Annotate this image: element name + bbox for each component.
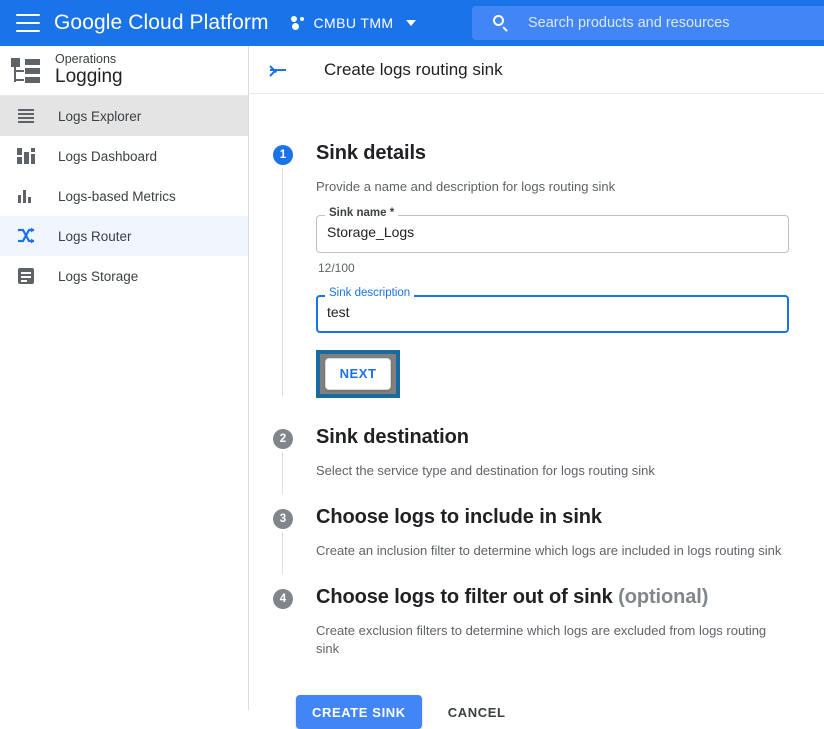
page-header: Create logs routing sink [250,46,824,94]
sidebar-item-logs-router[interactable]: Logs Router [0,216,248,256]
cancel-button[interactable]: CANCEL [440,695,514,729]
step-optional-label: (optional) [618,585,709,608]
step-description: Create exclusion filters to determine wh… [316,622,767,657]
hamburger-line [16,22,40,24]
step-description: Select the service type and destination … [316,462,655,478]
step-title: Choose logs to include in sink [316,505,602,528]
step-choose-logs-filter-out: 4 Choose logs to filter out of sink (opt… [273,586,824,660]
step-number-badge: 4 [273,588,293,609]
dashboard-icon [15,145,37,167]
router-shuffle-icon [15,225,37,247]
step-description: Create an inclusion filter to determine … [316,542,782,558]
form-actions: CREATE SINK CANCEL [273,695,824,729]
storage-doc-icon [15,265,37,287]
search-icon [492,14,510,32]
step-sink-details: 1 Sink details Provide a name and descri… [273,142,824,398]
sidebar-item-label: Logs Router [58,228,132,244]
field-outline [316,294,789,333]
product-group-label: Operations [55,51,117,66]
sidebar-item-logs-based-metrics[interactable]: Logs-based Metrics [0,176,248,216]
step-connector-line [282,531,283,574]
sink-name-input[interactable]: Storage_Logs [327,224,414,240]
brand-title[interactable]: Google Cloud Platform [54,11,269,35]
search-input[interactable]: Search products and resources [528,15,730,31]
back-arrow-icon[interactable] [266,58,290,82]
step-title-text: Choose logs to filter out of sink [316,585,613,608]
step-number-badge: 2 [273,428,293,449]
sink-name-counter: 12/100 [318,260,355,275]
chevron-down-icon [406,20,417,26]
sidebar-item-label: Logs Storage [58,268,139,284]
product-header[interactable]: Operations Logging [0,46,248,96]
step-title: Sink details [316,142,426,164]
hamburger-line [16,14,40,16]
sink-name-label: Sink name * [325,206,399,219]
create-sink-button[interactable]: CREATE SINK [296,695,422,729]
sidebar-item-logs-explorer[interactable]: Logs Explorer [0,96,248,136]
hamburger-menu-icon[interactable] [16,14,40,32]
step-connector-line [282,451,283,494]
sidebar-item-logs-storage[interactable]: Logs Storage [0,256,248,296]
sink-description-field[interactable]: Sink description test [316,286,789,333]
main-content: Create logs routing sink 1 Sink details … [250,46,824,729]
project-name-label: CMBU TMM [313,15,394,31]
list-lines-icon [15,105,37,127]
sidebar-item-logs-dashboard[interactable]: Logs Dashboard [0,136,248,176]
step-description: Provide a name and description for logs … [316,179,616,194]
hamburger-line [16,30,40,32]
step-number-badge: 3 [273,508,293,529]
step-title: Choose logs to filter out of sink (optio… [316,586,824,609]
sidebar-item-label: Logs-based Metrics [58,188,176,204]
sidebar-item-label: Logs Explorer [58,108,142,124]
sink-description-label: Sink description [325,286,415,299]
step-number-badge: 1 [273,145,293,165]
next-button-area: NEXT [316,349,400,398]
next-button[interactable]: NEXT [325,357,391,390]
stepper-container: 1 Sink details Provide a name and descri… [250,94,824,729]
operations-tree-icon [11,57,41,84]
sink-name-field[interactable]: Sink name * Storage_Logs [316,206,789,253]
product-name-label: Logging [55,66,123,88]
left-sidebar: Operations Logging Logs Explorer Logs Da… [0,46,249,710]
sidebar-item-label: Logs Dashboard [58,148,158,164]
step-choose-logs-include: 3 Choose logs to include in sink Create … [273,505,824,574]
global-search-box[interactable]: Search products and resources [472,6,824,40]
step-sink-destination: 2 Sink destination Select the service ty… [273,425,824,494]
step-connector-line [282,168,283,396]
project-dots-icon [290,15,307,31]
top-app-bar: Google Cloud Platform CMBU TMM Search pr… [0,0,824,46]
sink-description-input[interactable]: test [327,304,350,320]
step-title: Sink destination [316,425,469,448]
page-title: Create logs routing sink [324,59,503,79]
project-selector[interactable]: CMBU TMM [290,15,417,31]
bar-chart-icon [15,185,37,207]
